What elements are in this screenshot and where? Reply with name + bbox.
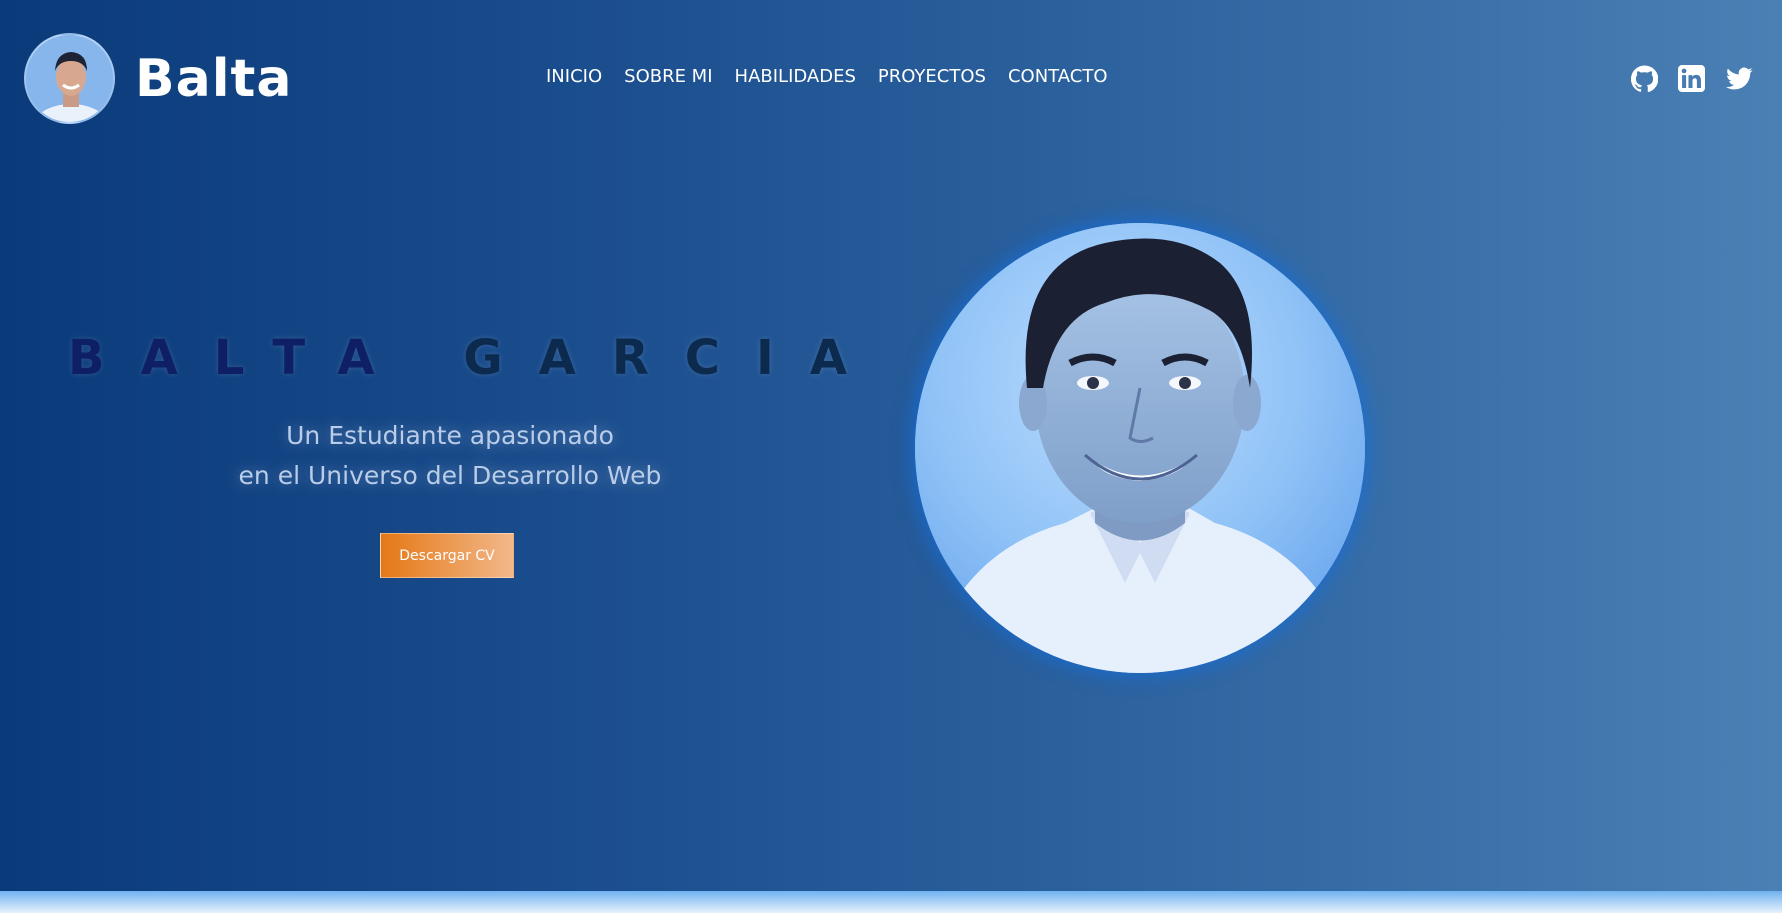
- brand-name: Balta: [135, 48, 293, 109]
- nav-contacto[interactable]: CONTACTO: [1008, 66, 1108, 87]
- nav-sobre-mi[interactable]: SOBRE MI: [624, 66, 712, 87]
- hero-intro: BALTA GARCIA Un Estudiante apasionado en…: [40, 330, 860, 496]
- linkedin-icon[interactable]: [1678, 65, 1705, 92]
- section-divider: [0, 891, 1782, 913]
- hero-subtitle-line1: Un Estudiante apasionado: [286, 421, 614, 450]
- hero-name-first: BALTA: [68, 330, 411, 386]
- brand[interactable]: Balta: [24, 33, 293, 124]
- main-nav: INICIO SOBRE MI HABILIDADES PROYECTOS CO…: [546, 66, 1130, 87]
- nav-proyectos[interactable]: PROYECTOS: [878, 66, 986, 87]
- hero-subtitle-line2: en el Universo del Desarrollo Web: [238, 461, 662, 490]
- github-icon[interactable]: [1630, 65, 1659, 93]
- social-links: [1630, 65, 1753, 93]
- avatar: [24, 33, 115, 124]
- download-cv-button[interactable]: Descargar CV: [380, 533, 514, 578]
- profile-photo: [915, 223, 1365, 673]
- hero-name-last: GARCIA: [463, 330, 884, 386]
- hero-subtitle: Un Estudiante apasionado en el Universo …: [40, 416, 860, 496]
- site-header: Balta INICIO SOBRE MI HABILIDADES PROYEC…: [0, 0, 1782, 160]
- twitter-icon[interactable]: [1725, 65, 1753, 92]
- nav-habilidades[interactable]: HABILIDADES: [735, 66, 856, 87]
- nav-inicio[interactable]: INICIO: [546, 66, 602, 87]
- hero-name: BALTA GARCIA: [40, 330, 860, 386]
